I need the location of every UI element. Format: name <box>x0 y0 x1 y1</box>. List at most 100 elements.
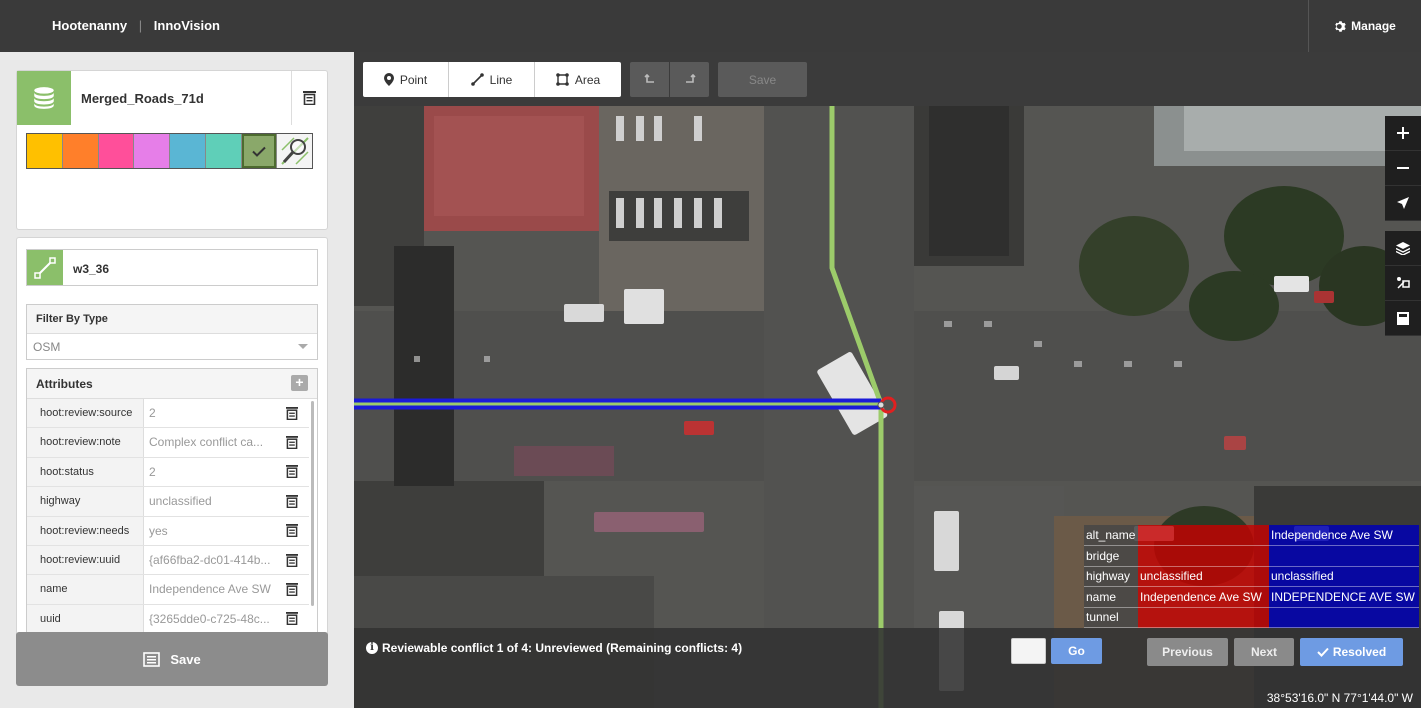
map-data-icon <box>1397 277 1410 289</box>
conflict-jump-input[interactable] <box>1011 638 1046 664</box>
undo-icon <box>643 73 654 83</box>
tag-value-feature-a <box>1138 607 1269 628</box>
delete-attribute-button[interactable] <box>274 399 309 427</box>
trash-icon <box>285 494 298 508</box>
tag-row: name Independence Ave SW INDEPENDENCE AVE … <box>1084 586 1419 608</box>
feature-header: w3_36 <box>26 249 318 286</box>
sidebar-save-label: Save <box>170 651 201 667</box>
tag-key: bridge <box>1084 545 1138 567</box>
resolved-button[interactable]: Resolved <box>1300 638 1403 666</box>
review-bar: i Reviewable conflict 1 of 4: Unreviewed… <box>354 628 1421 708</box>
layers-button[interactable] <box>1385 231 1421 266</box>
undo-button[interactable] <box>630 62 669 97</box>
previous-button[interactable]: Previous <box>1147 638 1228 666</box>
add-line-button[interactable]: Line <box>449 62 535 97</box>
attributes-scrollbar[interactable] <box>311 401 314 606</box>
draw-tool-group: Point Line Area <box>363 62 621 97</box>
attribute-key: hoot:review:needs <box>27 516 144 545</box>
filter-type-select[interactable]: OSM <box>27 333 317 359</box>
tag-value-feature-a <box>1138 545 1269 567</box>
point-label: Point <box>399 72 428 87</box>
sidebar-save-button[interactable]: Save <box>16 632 328 686</box>
swatch-teal[interactable] <box>205 134 242 168</box>
filter-by-type: Filter By Type OSM <box>26 304 318 360</box>
area-icon <box>556 73 569 86</box>
attribute-row: highway unclassified <box>27 487 309 517</box>
tag-key: tunnel <box>1084 607 1138 628</box>
tag-comparison-table: alt_name Independence Ave SW bridge highway… <box>1084 525 1419 628</box>
geolocate-button[interactable] <box>1385 186 1421 221</box>
trash-icon <box>285 406 298 420</box>
swatch-pink[interactable] <box>98 134 135 168</box>
delete-attribute-button[interactable] <box>274 458 309 486</box>
attribute-key: highway <box>27 487 144 516</box>
delete-attribute-button[interactable] <box>274 605 309 633</box>
map-pin-icon <box>383 73 394 86</box>
top-bar: Hootenanny | InnoVision Manage <box>0 0 1421 52</box>
sidebar: Merged_Roads_71d w3_36 Filter By Type OS… <box>0 52 345 708</box>
delete-attribute-button[interactable] <box>274 517 309 545</box>
minus-icon <box>1397 167 1409 169</box>
delete-attribute-button[interactable] <box>274 487 309 515</box>
attribute-key: hoot:review:uuid <box>27 545 144 575</box>
zoom-in-button[interactable] <box>1385 116 1421 151</box>
save-doc-icon <box>143 651 161 667</box>
attribute-row: hoot:review:source 2 <box>27 399 309 429</box>
brand-separator: | <box>138 18 143 33</box>
attribute-value-field[interactable]: 2 <box>144 458 274 486</box>
swatch-orange[interactable] <box>62 134 99 168</box>
next-button[interactable]: Next <box>1234 638 1294 666</box>
redo-button[interactable] <box>670 62 709 97</box>
swatch-blue[interactable] <box>170 134 206 168</box>
attributes-title: Attributes <box>36 377 93 391</box>
trash-icon <box>285 553 298 567</box>
delete-attribute-button[interactable] <box>274 546 309 574</box>
attribute-key: hoot:status <box>27 457 144 487</box>
map-data-button[interactable] <box>1385 266 1421 301</box>
database-icon <box>17 71 71 125</box>
trash-icon <box>285 524 298 538</box>
color-swatches <box>26 133 313 169</box>
tag-key: alt_name <box>1084 525 1138 546</box>
attribute-list: hoot:review:source 2 hoot:review:note Compl… <box>27 399 309 663</box>
attribute-key: uuid <box>27 604 144 634</box>
delete-attribute-button[interactable] <box>274 428 309 456</box>
background-button[interactable] <box>1385 301 1421 336</box>
attribute-value-field[interactable]: {3265dde0-c725-48c... <box>144 605 274 633</box>
delete-attribute-button[interactable] <box>274 575 309 603</box>
add-area-button[interactable]: Area <box>535 62 621 97</box>
attribute-value-field[interactable]: Complex conflict ca... <box>144 428 274 456</box>
attributes-header: Attributes + <box>27 369 317 399</box>
attribute-row: name Independence Ave SW <box>27 575 309 605</box>
attribute-value-field[interactable]: Independence Ave SW <box>144 575 274 603</box>
layer-delete-button[interactable] <box>291 71 327 125</box>
swatch-yellow[interactable] <box>27 134 63 168</box>
map-save-button[interactable]: Save <box>718 62 807 97</box>
manage-button[interactable]: Manage <box>1308 0 1421 52</box>
attribute-value-field[interactable]: yes <box>144 517 274 545</box>
cursor-coordinates: 38°53'16.0" N 77°1'44.0" W <box>1266 691 1413 705</box>
trash-icon <box>285 465 298 479</box>
map-view[interactable]: Point Line Area Save alt_name Independen… <box>354 52 1421 708</box>
attribute-value-field[interactable]: 2 <box>144 399 274 427</box>
zoom-out-button[interactable] <box>1385 151 1421 186</box>
attribute-row: hoot:review:needs yes <box>27 516 309 546</box>
attribute-row: hoot:review:uuid {af66fba2-dc01-414b... <box>27 545 309 576</box>
review-status: i Reviewable conflict 1 of 4: Unreviewed… <box>366 641 742 655</box>
attribute-row: hoot:status 2 <box>27 457 309 488</box>
attribute-value-field[interactable]: {af66fba2-dc01-414b... <box>144 546 274 574</box>
location-arrow-icon <box>1397 197 1409 209</box>
attribute-value-field[interactable]: unclassified <box>144 487 274 515</box>
layer-card: Merged_Roads_71d <box>16 70 328 230</box>
tag-row: bridge <box>1084 545 1419 567</box>
swatch-green-selected[interactable] <box>241 134 278 168</box>
add-point-button[interactable]: Point <box>363 62 449 97</box>
info-icon: i <box>366 642 378 654</box>
tag-value-feature-a <box>1138 525 1269 546</box>
add-attribute-button[interactable]: + <box>291 375 308 391</box>
tag-value-feature-b <box>1269 607 1419 628</box>
layer-name: Merged_Roads_71d <box>81 91 204 106</box>
go-button[interactable]: Go <box>1051 638 1102 664</box>
custom-color-swatch[interactable] <box>277 134 312 168</box>
swatch-violet[interactable] <box>134 134 170 168</box>
